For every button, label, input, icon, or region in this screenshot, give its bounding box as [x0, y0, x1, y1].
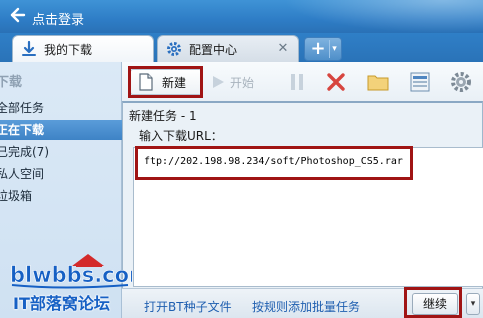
watermark-caption: IT部落窝论坛	[13, 294, 110, 313]
plus-icon: +	[310, 38, 326, 59]
site-logo: blwbbs.com	[10, 254, 132, 289]
chevron-down-icon[interactable]: ▾	[329, 40, 339, 58]
back-arrow-icon[interactable]	[8, 6, 26, 24]
highlight-frame	[128, 66, 203, 98]
sidebar-header: 下载	[0, 75, 23, 90]
folder-icon[interactable]	[366, 70, 390, 94]
new-tab-button[interactable]: + ▾	[304, 37, 342, 61]
tab-label: 配置中心	[189, 42, 238, 57]
tab-label: 我的下载	[44, 42, 93, 57]
login-link[interactable]: 点击登录	[32, 9, 84, 28]
new-task-panel: 新建任务 - 1 输入下载URL： ftp://202.198.98.234/s…	[122, 101, 483, 289]
sidebar-item-trash[interactable]: 垃圾箱	[0, 186, 122, 206]
title-bar: 点击登录	[0, 0, 483, 33]
highlight-frame	[404, 287, 462, 318]
batch-add-link[interactable]: 按规则添加批量任务	[252, 298, 360, 315]
settings-icon[interactable]	[449, 70, 473, 94]
play-icon	[213, 76, 224, 88]
sidebar-item-private-space[interactable]: 私人空间	[0, 164, 122, 184]
watermark: blwbbs.com IT部落窝论坛	[0, 250, 135, 318]
tab-settings-center[interactable]: 配置中心 ✕	[157, 35, 299, 62]
start-label: 开始	[230, 75, 255, 90]
delete-icon[interactable]	[324, 70, 348, 94]
sidebar-item-all-tasks[interactable]: 全部任务	[0, 98, 122, 118]
tab-my-downloads[interactable]: 我的下载	[12, 35, 154, 62]
sidebar-item-completed[interactable]: 已完成(7)	[0, 142, 122, 162]
dialog-title: 新建任务 - 1	[129, 109, 197, 123]
chevron-down-icon[interactable]: ▾	[466, 293, 480, 315]
gear-icon	[167, 42, 181, 56]
url-label: 输入下载URL：	[139, 129, 223, 143]
close-icon[interactable]: ✕	[276, 42, 290, 56]
open-torrent-link[interactable]: 打开BT种子文件	[144, 298, 232, 315]
sidebar-item-downloading[interactable]: 正在下载	[0, 120, 122, 140]
tab-strip: 我的下载 配置中心 ✕ + ▾	[0, 33, 483, 62]
watermark-domain: blwbbs.com	[10, 263, 132, 287]
start-button[interactable]: 开始	[210, 69, 270, 95]
pause-icon[interactable]	[285, 70, 309, 94]
highlight-frame	[135, 146, 413, 180]
download-icon	[22, 40, 36, 56]
list-view-icon[interactable]	[408, 70, 432, 94]
